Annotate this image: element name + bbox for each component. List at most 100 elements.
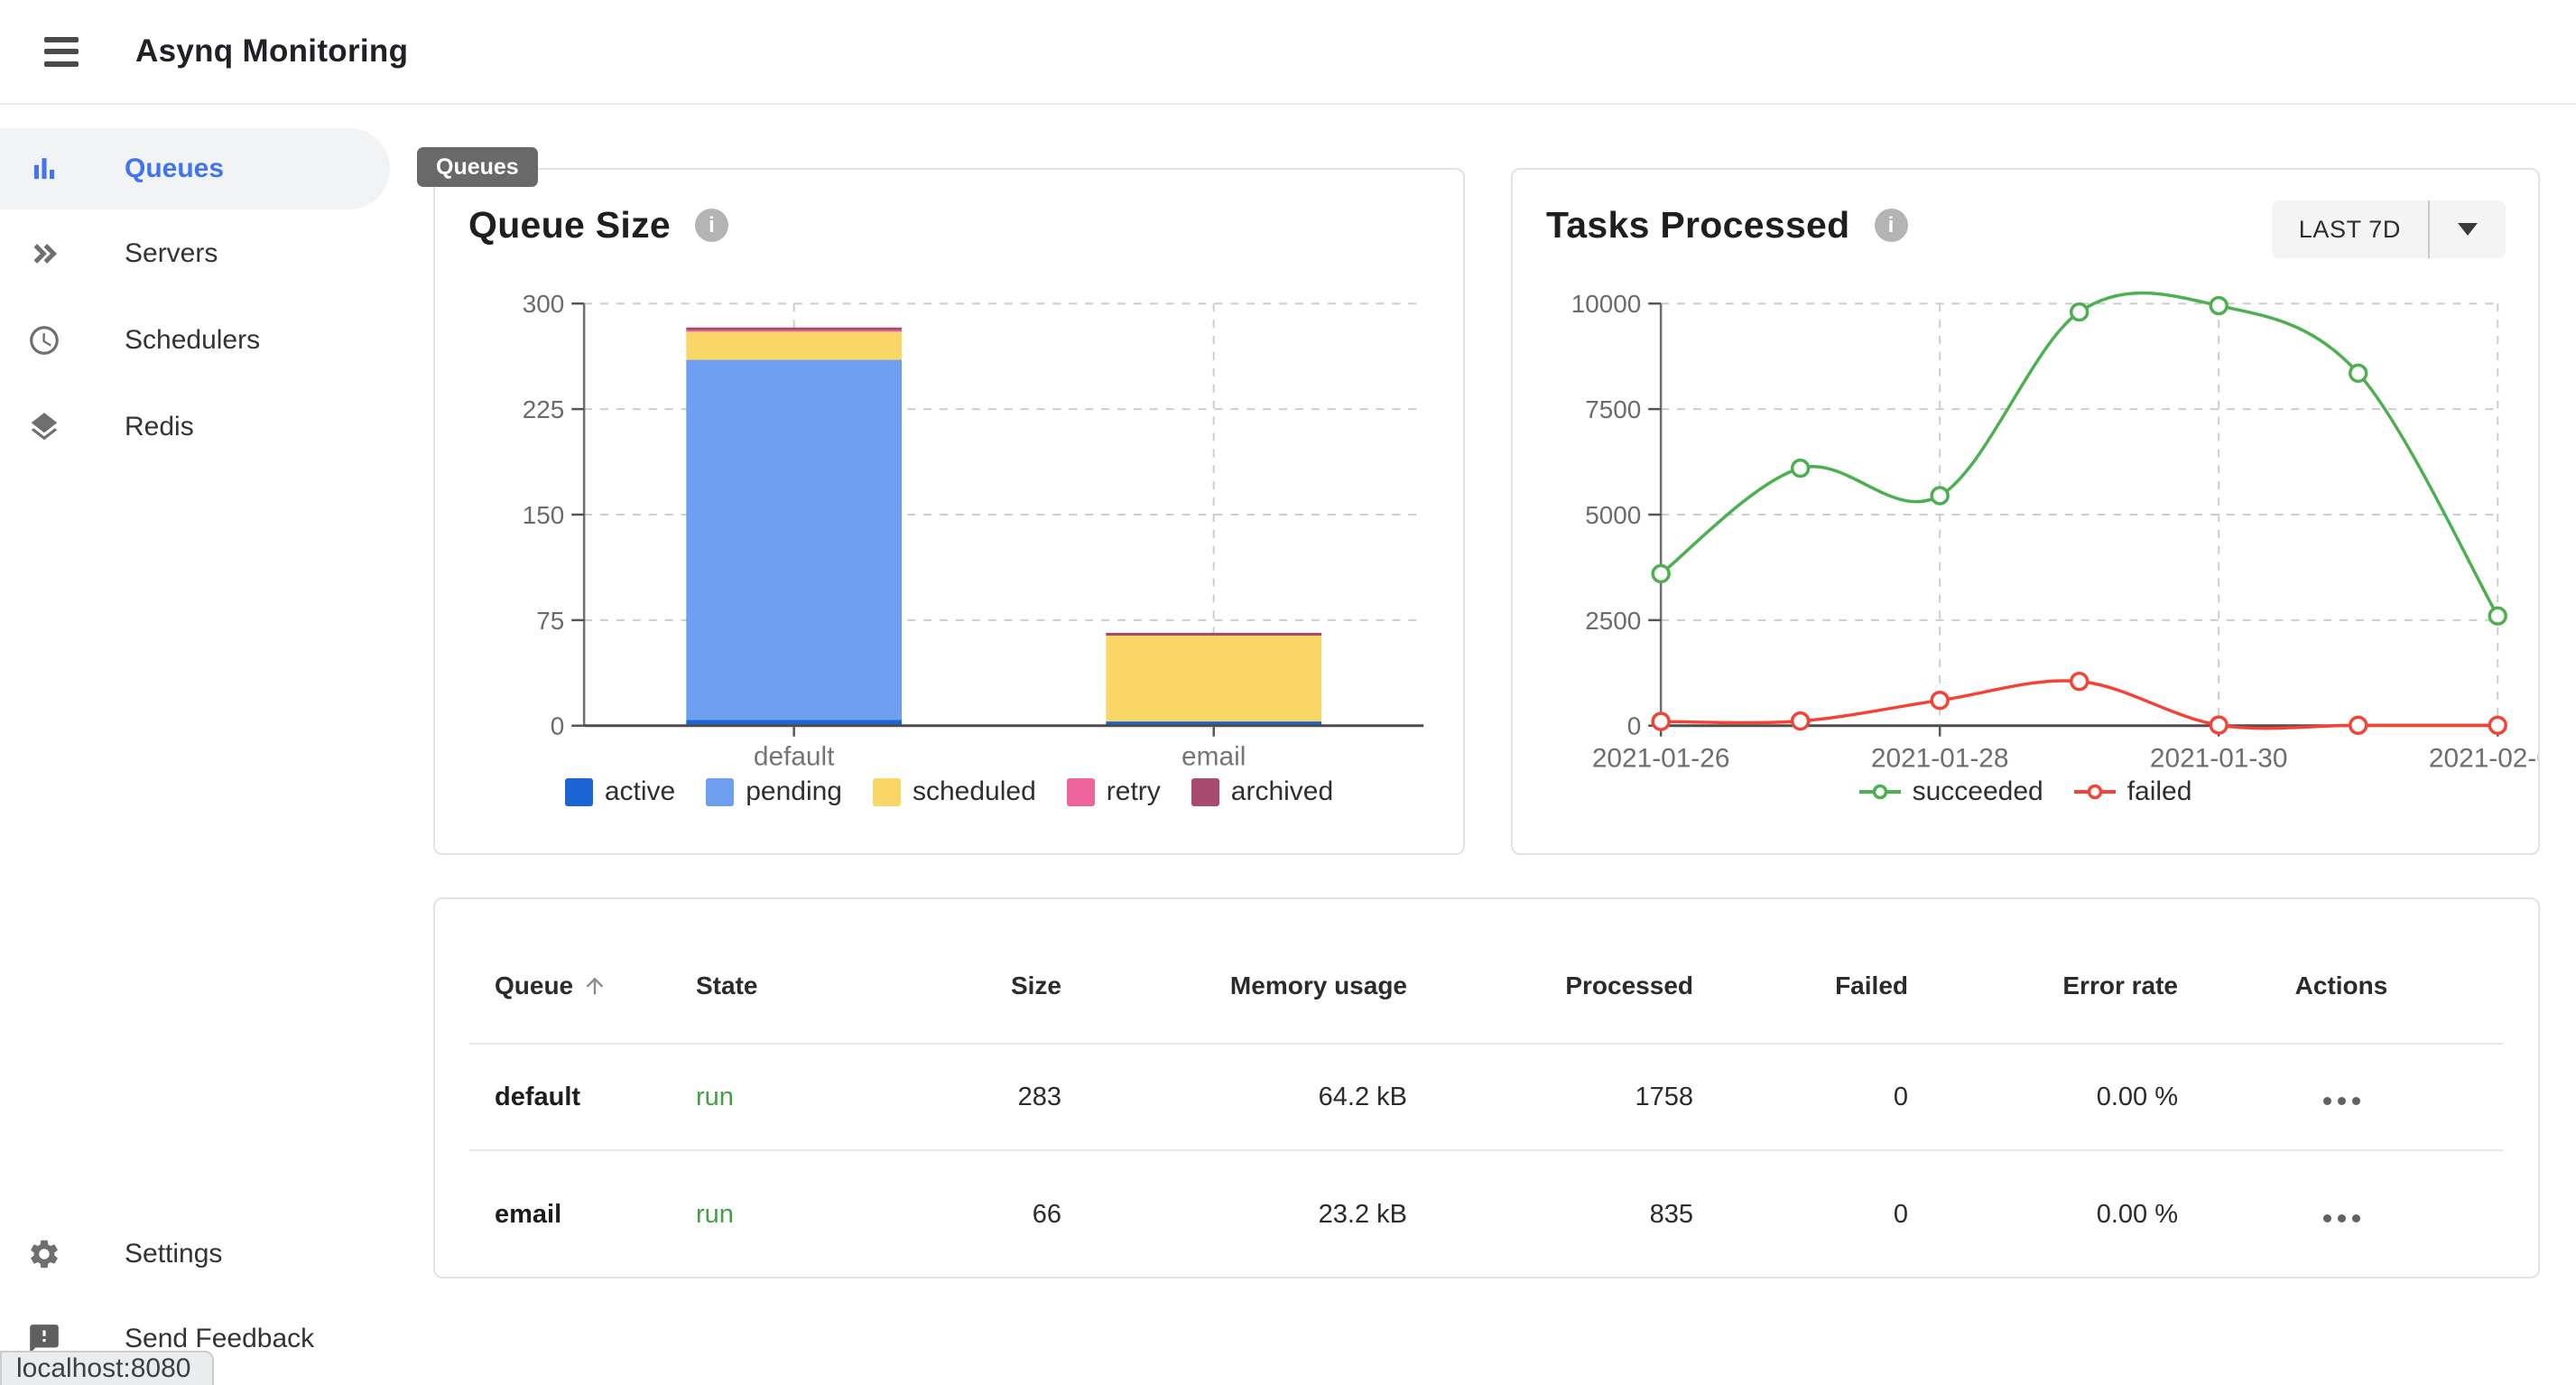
column-header-error-rate[interactable]: Error rate [1909, 899, 2179, 1044]
legend-swatch [706, 778, 734, 806]
tasks-processed-legend: succeeded failed [1513, 776, 2538, 807]
more-actions-button[interactable] [2323, 1097, 2360, 1105]
queue-link-email[interactable]: email [495, 1200, 561, 1229]
legend-item: succeeded [1859, 776, 2043, 807]
svg-text:150: 150 [523, 501, 564, 529]
queues-tooltip: Queues [417, 147, 538, 187]
column-header-processed[interactable]: Processed [1408, 899, 1694, 1044]
asynq-monitoring-app: Asynq Monitoring Queues Servers Schedule… [0, 0, 2576, 1385]
legend-label: retry [1107, 776, 1161, 807]
sidebar-item-label: Redis [125, 412, 194, 442]
svg-text:5000: 5000 [1585, 501, 1641, 529]
time-range-dropdown[interactable]: LAST 7D [2272, 200, 2506, 258]
legend-swatch [873, 778, 901, 806]
queue-size-value: 283 [984, 1044, 1062, 1150]
legend-label: failed [2127, 776, 2192, 807]
legend-label: active [605, 776, 675, 807]
sidebar-item-label: Settings [125, 1239, 222, 1269]
legend-item: scheduled [873, 776, 1036, 807]
legend-item: failed [2074, 776, 2192, 807]
sidebar-item-label: Send Feedback [125, 1324, 314, 1354]
column-header-queue[interactable]: Queue [469, 899, 695, 1044]
queues-table: Queue State Size Memory usage Processed … [469, 899, 2504, 1278]
queue-link-default[interactable]: default [495, 1083, 580, 1111]
svg-text:2021-01-26: 2021-01-26 [1592, 744, 1730, 774]
svg-text:75: 75 [536, 607, 564, 635]
svg-text:2021-02-01: 2021-02-01 [2429, 744, 2538, 774]
svg-text:300: 300 [523, 290, 564, 318]
info-icon[interactable] [695, 209, 728, 242]
queues-table-card: Queue State Size Memory usage Processed … [433, 897, 2540, 1278]
sidebar-item-servers[interactable]: Servers [0, 213, 390, 294]
legend-line-marker-icon [1859, 784, 1901, 800]
queue-state: run [696, 1083, 734, 1111]
more-actions-button[interactable] [2323, 1214, 2360, 1222]
queue-size-title: Queue Size [468, 204, 671, 246]
svg-text:2021-01-30: 2021-01-30 [2150, 744, 2288, 774]
table-header-row: Queue State Size Memory usage Processed … [469, 899, 2504, 1044]
gear-icon [27, 1237, 61, 1271]
legend-label: scheduled [913, 776, 1036, 807]
sidebar-item-label: Schedulers [125, 325, 260, 356]
column-header-failed[interactable]: Failed [1694, 899, 1909, 1044]
legend-line-marker-icon [2074, 784, 2116, 800]
legend-label: succeeded [1913, 776, 2043, 807]
sidebar-item-queues[interactable]: Queues [0, 128, 390, 209]
table-row: default run 283 64.2 kB 1758 0 0.00 % [469, 1044, 2504, 1150]
svg-text:2021-01-28: 2021-01-28 [1871, 744, 2009, 774]
tasks-processed-card: Tasks Processed LAST 7D 0 2500 5000 7500 100… [1511, 168, 2540, 855]
queue-size-chart: 0 75 150 225 300 default email [435, 170, 1463, 853]
table-row: email run 66 23.2 kB 835 0 0.00 % [469, 1150, 2504, 1278]
tasks-processed-title: Tasks Processed [1546, 204, 1850, 246]
processed-value: 835 [1408, 1150, 1694, 1278]
svg-text:default: default [754, 742, 835, 772]
processed-value: 1758 [1408, 1044, 1694, 1150]
time-range-label: LAST 7D [2272, 200, 2428, 258]
sidebar-item-settings[interactable]: Settings [0, 1213, 390, 1295]
sidebar-item-label: Queues [125, 153, 224, 184]
layers-icon [27, 410, 61, 444]
queue-size-legend: active pending scheduled retry archived [435, 776, 1463, 807]
sort-ascending-icon [582, 973, 607, 999]
sidebar-item-schedulers[interactable]: Schedulers [0, 300, 390, 381]
status-url: localhost:8080 [0, 1351, 214, 1385]
column-header-size[interactable]: Size [984, 899, 1062, 1044]
tasks-processed-chart: 0 2500 5000 7500 10000 2021-01-26 2021-01-28 20… [1513, 170, 2538, 853]
error-rate-value: 0.00 % [1909, 1044, 2179, 1150]
svg-text:email: email [1181, 742, 1246, 772]
legend-item: archived [1191, 776, 1333, 807]
menu-icon[interactable] [44, 37, 79, 67]
failed-value: 0 [1694, 1044, 1909, 1150]
app-title: Asynq Monitoring [135, 33, 408, 70]
column-header-actions: Actions [2179, 899, 2504, 1044]
svg-text:0: 0 [1627, 712, 1642, 740]
sidebar-item-label: Servers [125, 238, 218, 269]
svg-text:0: 0 [551, 712, 565, 740]
legend-label: pending [746, 776, 842, 807]
error-rate-value: 0.00 % [1909, 1150, 2179, 1278]
queue-size-value: 66 [984, 1150, 1062, 1278]
clock-icon [27, 323, 61, 358]
legend-swatch [1067, 778, 1095, 806]
chevron-down-icon [2430, 200, 2506, 258]
info-icon[interactable] [1875, 209, 1908, 242]
legend-swatch [565, 778, 593, 806]
double-chevron-right-icon [27, 237, 61, 271]
memory-usage-value: 64.2 kB [1062, 1044, 1408, 1150]
column-header-state[interactable]: State [695, 899, 984, 1044]
top-app-bar: Asynq Monitoring [0, 0, 2576, 105]
svg-text:7500: 7500 [1585, 395, 1641, 423]
failed-value: 0 [1694, 1150, 1909, 1278]
legend-item: pending [706, 776, 842, 807]
legend-item: active [565, 776, 675, 807]
legend-label: archived [1231, 776, 1333, 807]
sidebar-item-redis[interactable]: Redis [0, 386, 390, 468]
legend-item: retry [1067, 776, 1161, 807]
queue-state: run [696, 1200, 734, 1229]
legend-swatch [1191, 778, 1219, 806]
svg-text:10000: 10000 [1571, 290, 1641, 318]
column-header-memory-usage[interactable]: Memory usage [1062, 899, 1408, 1044]
svg-text:225: 225 [523, 395, 564, 423]
bar-chart-icon [27, 152, 61, 186]
svg-text:2500: 2500 [1585, 607, 1641, 635]
